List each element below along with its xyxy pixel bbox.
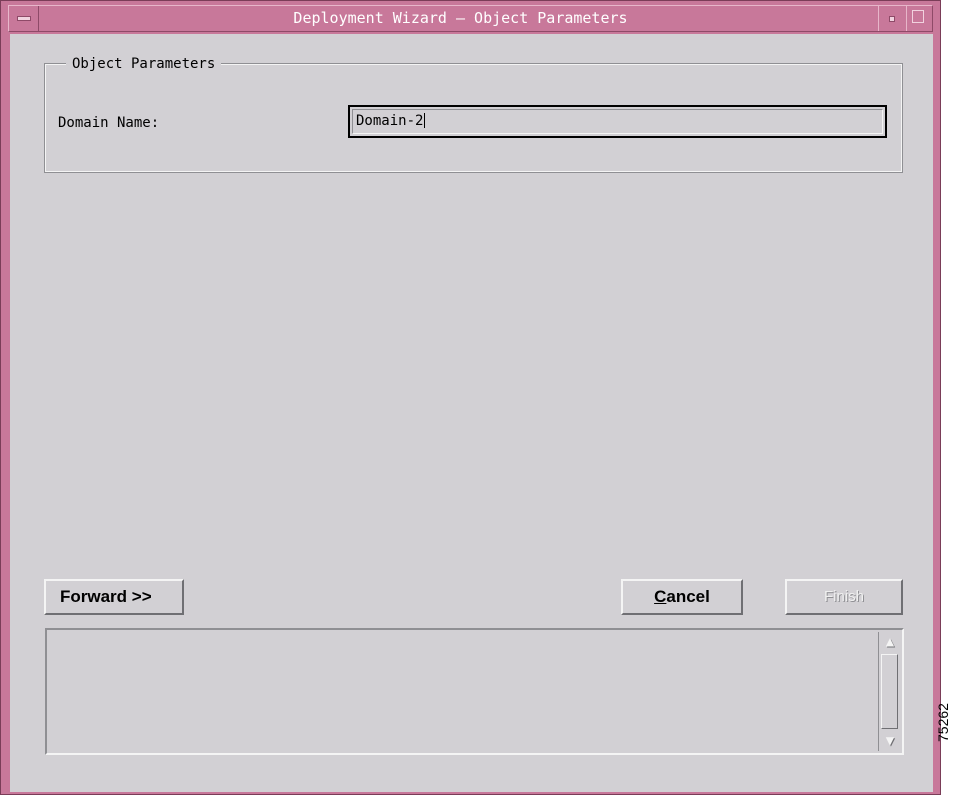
- wizard-window: Deployment Wizard — Object Parameters Ob…: [0, 0, 941, 795]
- domain-name-label: Domain Name:: [58, 115, 160, 131]
- scroll-thumb[interactable]: [881, 654, 898, 729]
- maximize-icon: [912, 10, 924, 23]
- window-title: Deployment Wizard — Object Parameters: [293, 9, 628, 27]
- cancel-label: Cancel: [654, 587, 710, 606]
- window-menu-button[interactable]: [9, 6, 39, 31]
- scroll-down-icon[interactable]: ▼: [880, 731, 900, 751]
- finish-button[interactable]: Finish: [785, 579, 903, 615]
- vertical-scrollbar[interactable]: ▲ ▼: [878, 632, 900, 751]
- maximize-button[interactable]: [906, 6, 932, 31]
- object-parameters-group: Object Parameters Domain Name: Domain-2: [44, 55, 903, 173]
- domain-name-input[interactable]: Domain-2: [348, 105, 887, 138]
- group-title: Object Parameters: [66, 55, 222, 73]
- domain-name-value: Domain-2: [356, 113, 426, 129]
- minimize-icon: [889, 16, 895, 22]
- text-caret: [424, 113, 426, 128]
- message-area[interactable]: ▲ ▼: [45, 628, 904, 755]
- window-menu-icon: [17, 16, 31, 21]
- title-bar[interactable]: Deployment Wizard — Object Parameters: [8, 5, 933, 32]
- figure-id: 75262: [935, 703, 951, 742]
- input-bevel: [352, 109, 883, 134]
- scroll-up-icon[interactable]: ▲: [880, 632, 900, 652]
- forward-button[interactable]: Forward >>: [44, 579, 184, 615]
- minimize-button[interactable]: [878, 6, 904, 31]
- client-area: Object Parameters Domain Name: Domain-2 …: [10, 34, 933, 792]
- cancel-button[interactable]: Cancel: [621, 579, 743, 615]
